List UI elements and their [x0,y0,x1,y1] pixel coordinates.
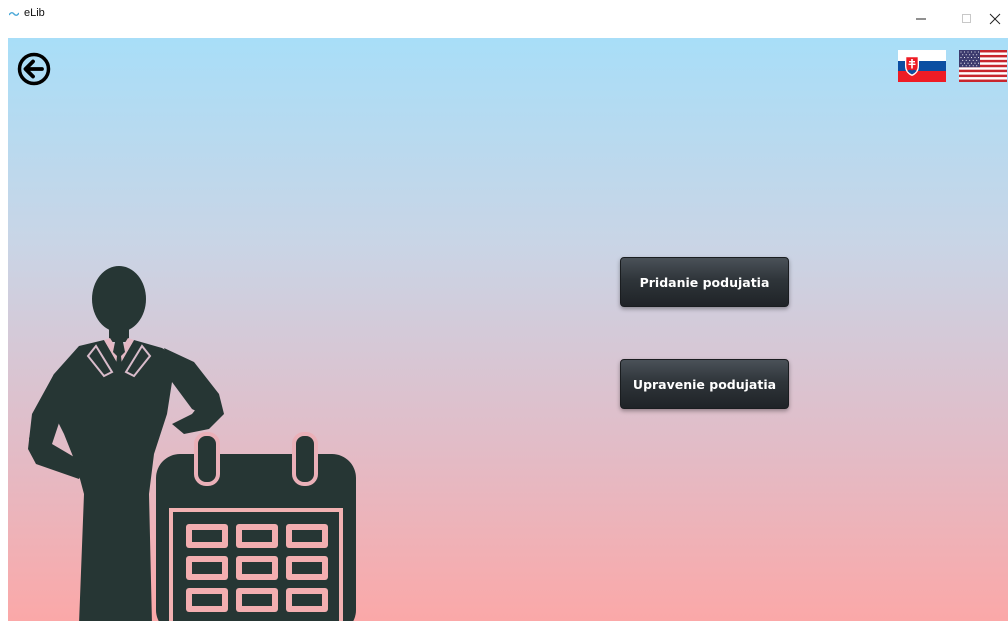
app-window: eLib Pridanie podujatia Upravenie poduja… [0,0,1008,621]
close-icon [989,13,1001,25]
minimize-icon [916,18,926,20]
slovakia-flag-icon[interactable] [898,50,946,82]
main-content: Pridanie podujatia Upravenie podujatia [8,38,1008,621]
title-bar: eLib [0,0,1008,38]
maximize-icon [962,14,971,23]
app-icon [9,12,19,16]
window-border [0,38,8,621]
minimize-button[interactable] [898,0,944,38]
edit-event-button[interactable]: Upravenie podujatia [620,359,789,409]
close-button[interactable] [982,0,1008,38]
businessman-calendar-icon [28,266,356,621]
add-event-button[interactable]: Pridanie podujatia [620,257,789,307]
window-title: eLib [24,7,45,19]
usa-flag-icon[interactable] [959,50,1007,82]
back-button[interactable] [17,52,51,86]
